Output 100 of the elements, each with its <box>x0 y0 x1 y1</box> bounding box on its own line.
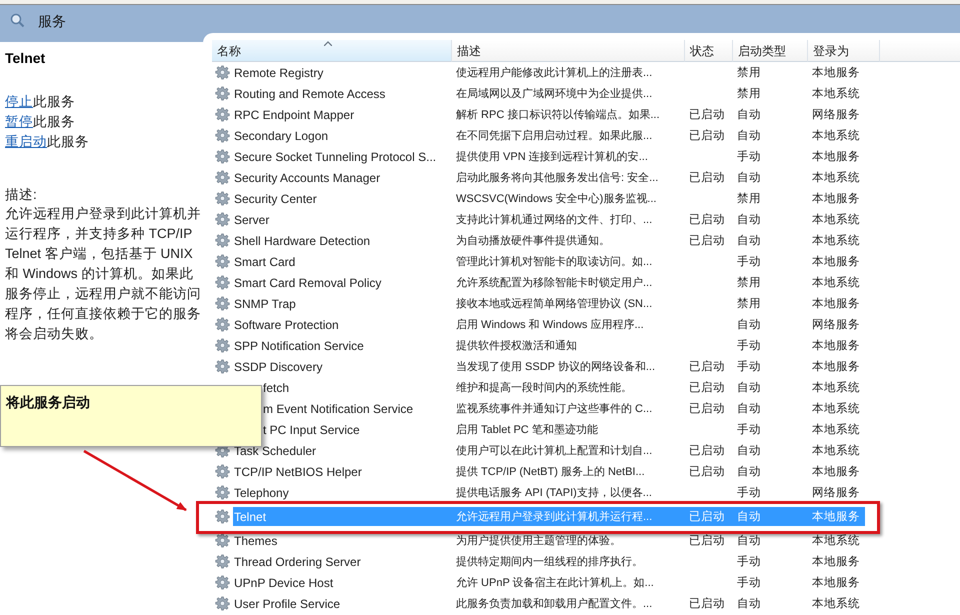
service-description: 为自动播放硬件事件提供通知。 <box>456 235 610 247</box>
column-header[interactable]: 登录为 <box>808 40 880 62</box>
logon-account: 本地系统 <box>812 277 860 289</box>
gear-icon <box>215 128 230 143</box>
service-name: fetch <box>263 380 290 394</box>
gear-icon <box>215 275 230 290</box>
service-name: Server <box>234 212 270 226</box>
startup-type: 手动 <box>737 577 761 589</box>
column-header[interactable]: 名称 <box>212 40 452 62</box>
service-title: Telnet <box>5 50 46 66</box>
logon-account: 本地系统 <box>812 424 860 436</box>
callout-note: 将此服务启动 <box>0 385 262 447</box>
service-name: User Profile Service <box>234 596 340 610</box>
logon-account: 本地系统 <box>812 130 860 142</box>
gear-icon <box>215 338 230 353</box>
service-description: 维护和提高一段时间内的系统性能。 <box>456 382 632 394</box>
gear-icon <box>215 296 230 311</box>
service-description: 启动此服务将向其他服务发出信号: 安全... <box>456 172 658 184</box>
service-name: Telnet <box>234 510 266 524</box>
gear-icon <box>215 317 230 332</box>
service-status: 已启动 <box>689 214 725 226</box>
logon-account: 本地系统 <box>812 172 860 184</box>
gear-icon <box>215 509 230 524</box>
service-action: 暂停此服务 <box>5 113 76 131</box>
service-name: t PC Input Service <box>263 422 360 436</box>
service-description: 接收本地或远程简单网络管理协议 (SN... <box>456 298 652 310</box>
startup-type: 自动 <box>737 235 761 247</box>
logon-account: 本地服务 <box>812 193 860 205</box>
startup-type: 自动 <box>737 172 761 184</box>
service-description: 允许系统配置为移除智能卡时锁定用户... <box>456 277 652 289</box>
service-status: 已启动 <box>689 598 725 610</box>
logon-account: 本地服务 <box>812 577 860 589</box>
logon-account: 本地系统 <box>812 598 860 610</box>
gear-icon <box>215 596 230 611</box>
startup-type: 手动 <box>737 151 761 163</box>
logon-account: 本地系统 <box>812 382 860 394</box>
service-description: 此服务负责加载和卸载用户配置文件。... <box>456 598 652 610</box>
service-name: Shell Hardware Detection <box>234 234 370 248</box>
logon-account: 本地服务 <box>812 151 860 163</box>
action-link[interactable]: 重启动 <box>5 134 47 149</box>
service-name: Smart Card Removal Policy <box>234 276 382 290</box>
service-status: 已启动 <box>689 361 725 373</box>
startup-type: 手动 <box>737 424 761 436</box>
service-name: RPC Endpoint Mapper <box>234 108 354 122</box>
gear-icon <box>215 65 230 80</box>
service-description: WSCSVC(Windows 安全中心)服务监视... <box>456 193 656 205</box>
logon-account: 本地系统 <box>812 235 860 247</box>
service-status: 已启动 <box>689 382 725 394</box>
service-status: 已启动 <box>689 466 725 478</box>
action-link[interactable]: 停止 <box>5 94 33 109</box>
gear-icon <box>215 86 230 101</box>
service-action: 停止此服务 <box>5 93 76 111</box>
action-link[interactable]: 暂停 <box>5 114 33 129</box>
gear-icon <box>215 575 230 590</box>
service-name: SPP Notification Service <box>234 338 364 352</box>
service-name: Thread Ordering Server <box>234 554 361 568</box>
startup-type: 自动 <box>737 445 761 457</box>
service-status: 已启动 <box>689 109 725 121</box>
logon-account: 本地服务 <box>812 67 860 79</box>
startup-type: 禁用 <box>737 298 761 310</box>
logon-account: 本地系统 <box>812 88 860 100</box>
service-description: 提供使用 VPN 连接到远程计算机的安... <box>456 151 648 163</box>
service-name: Secondary Logon <box>234 128 328 142</box>
search-icon <box>10 13 26 29</box>
logon-account: 本地服务 <box>812 340 860 352</box>
description-text: 允许远程用户登录到此计算机并运行程序，并支持多种 TCP/IP Telnet 客户端，包括基于 UNIX 和 Windows 的计算机。如果此服务停止，远程用户就不能访问程序，任何直接依赖于它的服务将会启动失败。 <box>5 205 202 343</box>
gear-icon <box>215 359 230 374</box>
column-header[interactable]: 启动类型 <box>733 40 808 62</box>
startup-type: 手动 <box>737 487 761 499</box>
startup-type: 自动 <box>737 535 761 547</box>
column-header[interactable]: 描述 <box>452 40 685 62</box>
service-description: 提供 TCP/IP (NetBT) 服务上的 NetBI... <box>456 466 645 478</box>
service-description: 允许远程用户登录到此计算机并运行程... <box>456 511 652 523</box>
service-description: 在局域网以及广域网环境中为企业提供... <box>456 88 652 100</box>
startup-type: 自动 <box>737 466 761 478</box>
logon-account: 本地系统 <box>812 214 860 226</box>
column-header[interactable]: 状态 <box>685 40 733 62</box>
gear-icon <box>215 191 230 206</box>
startup-type: 禁用 <box>737 277 761 289</box>
logon-account: 本地服务 <box>812 256 860 268</box>
startup-type: 自动 <box>737 403 761 415</box>
gear-icon <box>215 149 230 164</box>
service-name: Telephony <box>234 486 289 500</box>
startup-type: 禁用 <box>737 67 761 79</box>
service-name: TCP/IP NetBIOS Helper <box>234 464 362 478</box>
service-status: 已启动 <box>689 172 725 184</box>
service-name: Smart Card <box>234 254 296 268</box>
service-description: 启用 Tablet PC 笔和墨迹功能 <box>456 424 598 436</box>
service-description: 使用户可以在此计算机上配置和计划自... <box>456 445 652 457</box>
startup-type: 自动 <box>737 511 761 523</box>
service-name: Remote Registry <box>234 66 324 80</box>
startup-type: 禁用 <box>737 88 761 100</box>
service-description: 当发现了使用 SSDP 协议的网络设备和... <box>456 361 656 373</box>
gear-icon <box>215 212 230 227</box>
service-name: Security Accounts Manager <box>234 170 380 184</box>
service-description: 为用户提供使用主题管理的体验。 <box>456 535 621 547</box>
gear-icon <box>215 233 230 248</box>
startup-type: 自动 <box>737 109 761 121</box>
description-label: 描述: <box>5 186 38 204</box>
gear-icon <box>215 554 230 569</box>
